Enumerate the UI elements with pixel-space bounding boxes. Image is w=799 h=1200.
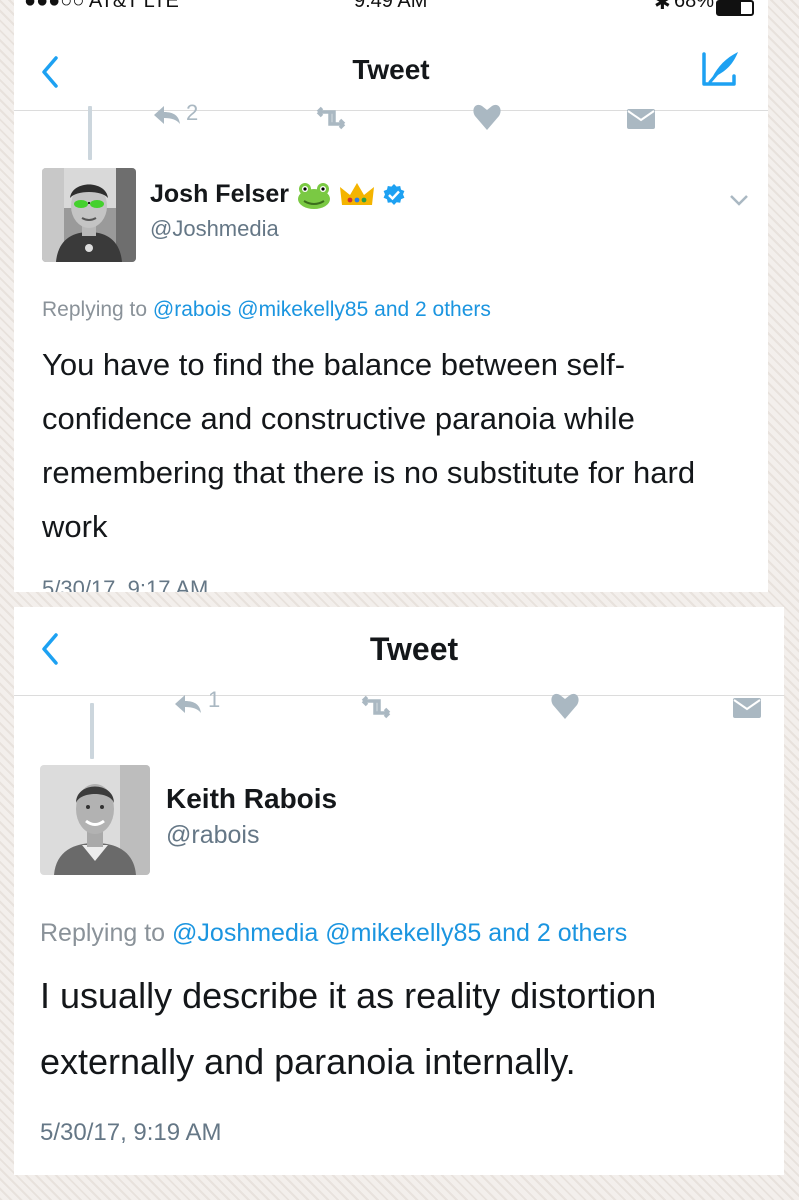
reply-action[interactable]: 2 [152,100,198,131]
reply-count: 1 [208,687,221,712]
user-handle[interactable]: @rabois [166,821,259,850]
like-heart-icon[interactable] [472,104,502,130]
replying-to-label: Replying to [40,919,166,947]
nav-title: Tweet [352,54,430,85]
avatar-keith-rabois[interactable] [40,765,150,875]
user-handle[interactable]: @Joshmedia [150,216,279,242]
nav-title: Tweet [369,631,459,667]
carrier-label: ●●●○○ AT&T LTE [24,0,179,12]
bluetooth-icon: ✱ [654,0,671,14]
action-bar: 1 [14,687,784,723]
tweet-text: You have to find the balance between sel… [42,347,696,544]
tweet-timestamp: 5/30/17, 9:19 AM [40,1119,222,1146]
chevron-down-icon[interactable] [728,192,750,208]
display-name[interactable]: Josh Felser [150,180,406,210]
retweet-icon[interactable] [358,695,396,719]
others-link[interactable]: and 2 others [374,298,491,321]
display-name[interactable]: Keith Rabois [166,783,337,815]
mention-link[interactable]: @Joshmedia [172,919,318,947]
replying-to-label: Replying to [42,298,148,321]
frog-emoji-icon [297,183,330,210]
status-bar: ●●●○○ AT&T LTE 9:49 AM ✱ 68% [14,0,768,16]
others-link[interactable]: and 2 others [488,919,627,947]
thread-line [90,703,94,759]
direct-message-icon[interactable] [732,697,762,719]
display-name-text: Josh Felser [150,180,289,208]
reply-action[interactable]: 1 [172,687,220,720]
reply-icon [175,695,201,713]
action-bar: 2 [14,100,768,134]
clock-label: 9:49 AM [354,0,428,12]
mention-link[interactable]: @mikekelly85 [325,919,481,947]
retweet-icon[interactable] [314,106,350,130]
replying-to: Replying to @rabois @mikekelly85 and 2 o… [42,298,491,322]
mention-link[interactable]: @mikekelly85 [237,298,368,321]
like-heart-icon[interactable] [550,693,580,719]
nav-bar: Tweet [14,607,784,696]
tweet-screenshot-1: ●●●○○ AT&T LTE 9:49 AM ✱ 68% Tweet 2 Jos… [14,0,768,592]
avatar-josh-felser[interactable] [42,168,136,262]
tweet-screenshot-2: Tweet 1 Keith Rabois @rabois Replying to… [14,607,784,1175]
compose-tweet-icon[interactable] [700,48,742,90]
tweet-text: I usually describe it as reality distort… [40,975,657,1082]
battery-percent: 68% [674,0,715,12]
direct-message-icon[interactable] [626,108,656,130]
tweet-timestamp: 5/30/17, 9:17 AM [42,576,209,592]
verified-badge-icon [383,184,405,206]
nav-bar: Tweet [14,30,768,111]
mention-link[interactable]: @rabois [153,298,232,321]
crown-emoji-icon [339,183,374,206]
reply-icon [154,106,180,124]
battery-icon [716,0,754,16]
thread-line [88,106,92,160]
replying-to: Replying to @Joshmedia @mikekelly85 and … [40,919,627,948]
reply-count: 2 [186,100,199,125]
